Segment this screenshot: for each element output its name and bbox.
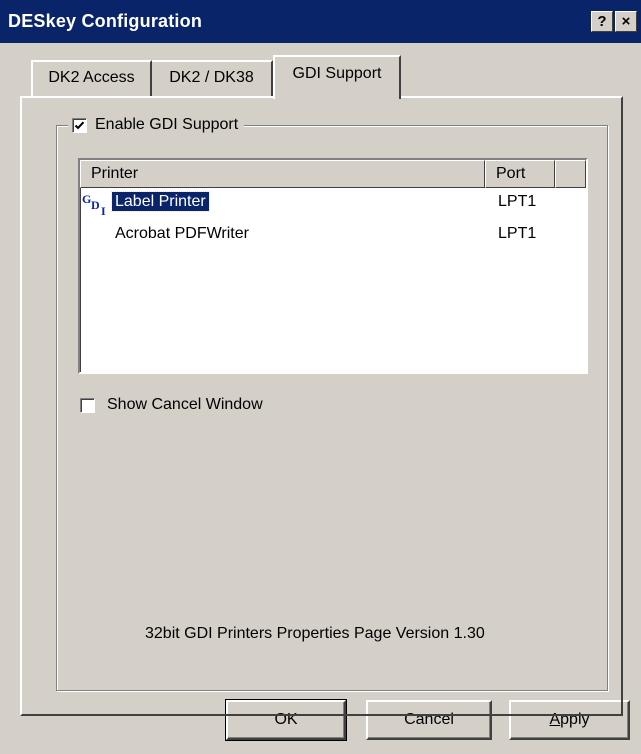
show-cancel-window-label: Show Cancel Window <box>107 396 263 413</box>
enable-gdi-label: Enable GDI Support <box>95 116 239 133</box>
column-header-port[interactable]: Port <box>485 160 555 188</box>
enable-gdi-checkbox-row[interactable]: Enable GDI Support <box>68 113 245 137</box>
printer-name: Acrobat PDFWriter <box>115 225 249 242</box>
tab-dk2-dk38[interactable]: DK2 / DK38 <box>152 60 273 96</box>
show-cancel-window-row[interactable]: Show Cancel Window <box>80 396 263 414</box>
checkmark-icon <box>74 121 85 129</box>
tab-gdi-support[interactable]: GDI Support <box>273 55 401 99</box>
help-button[interactable]: ? <box>591 11 613 32</box>
window-title: DESkey Configuration <box>8 11 203 31</box>
column-header-printer[interactable]: Printer <box>80 160 485 188</box>
title-bar[interactable]: DESkey Configuration ? × <box>0 0 641 43</box>
svg-text:I: I <box>101 204 106 217</box>
version-text: 32bit GDI Printers Properties Page Versi… <box>145 625 485 642</box>
printer-name: Label Printer <box>111 191 210 212</box>
enable-gdi-checkbox[interactable] <box>72 117 87 133</box>
column-header-empty[interactable] <box>555 160 586 188</box>
svg-text:G: G <box>82 192 91 206</box>
svg-text:D: D <box>91 198 100 212</box>
close-button[interactable]: × <box>615 11 637 32</box>
printer-port: LPT1 <box>498 193 537 210</box>
list-item-label-printer[interactable]: G D I Label Printer LPT1 <box>80 188 586 218</box>
printer-port: LPT1 <box>498 225 537 242</box>
show-cancel-window-checkbox[interactable] <box>80 397 95 413</box>
list-item-acrobat-pdfwriter[interactable]: Acrobat PDFWriter LPT1 <box>80 220 586 250</box>
gdi-printer-icon: G D I <box>82 191 116 222</box>
printer-list[interactable]: Printer Port G D I Label Printer LPT1 Ac… <box>78 158 588 374</box>
tab-dk2-access[interactable]: DK2 Access <box>31 60 152 96</box>
